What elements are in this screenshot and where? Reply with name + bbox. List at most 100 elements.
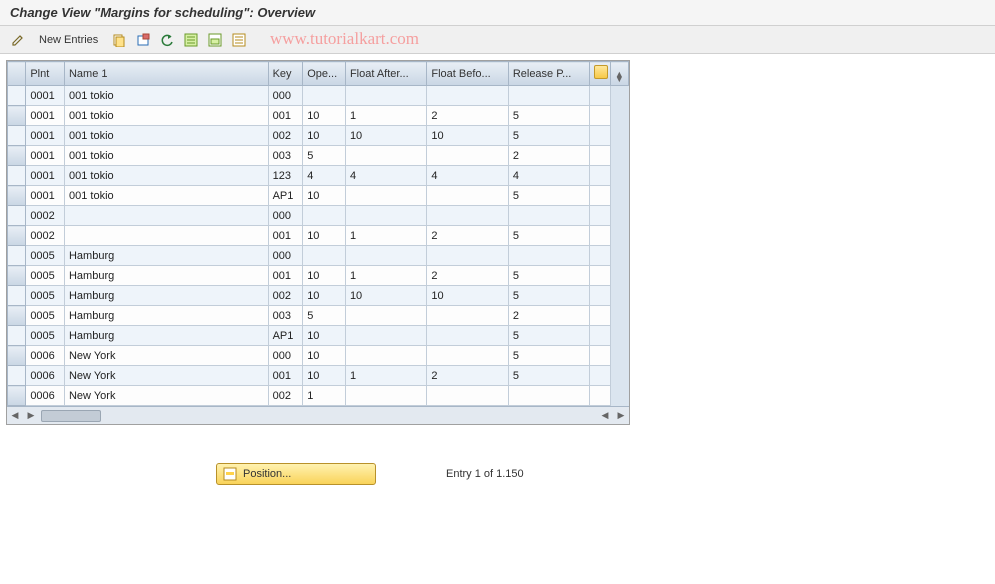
cell-key[interactable]: 001 bbox=[268, 266, 303, 286]
cell-plnt[interactable]: 0001 bbox=[26, 126, 65, 146]
cell-release-p[interactable]: 5 bbox=[508, 346, 589, 366]
table-row[interactable]: 0002000 bbox=[8, 206, 629, 226]
cell-float-before[interactable] bbox=[427, 246, 508, 266]
cell-float-after[interactable] bbox=[345, 186, 426, 206]
cell-float-before[interactable] bbox=[427, 206, 508, 226]
cell-key[interactable]: 002 bbox=[268, 286, 303, 306]
cell-plnt[interactable]: 0005 bbox=[26, 266, 65, 286]
select-block-icon[interactable] bbox=[205, 30, 225, 50]
column-selector[interactable] bbox=[8, 62, 26, 86]
row-selector[interactable] bbox=[8, 126, 26, 146]
cell-name[interactable]: Hamburg bbox=[64, 286, 268, 306]
cell-key[interactable]: 002 bbox=[268, 126, 303, 146]
scroll-right2-icon[interactable]: ▶ bbox=[613, 410, 629, 421]
column-float-after[interactable]: Float After... bbox=[345, 62, 426, 86]
cell-float-after[interactable] bbox=[345, 206, 426, 226]
row-selector[interactable] bbox=[8, 166, 26, 186]
cell-release-p[interactable]: 5 bbox=[508, 126, 589, 146]
cell-plnt[interactable]: 0006 bbox=[26, 386, 65, 406]
table-row[interactable]: 0001001 tokio1234444 bbox=[8, 166, 629, 186]
cell-key[interactable]: 000 bbox=[268, 246, 303, 266]
table-row[interactable]: 0005Hamburg00110125 bbox=[8, 266, 629, 286]
cell-ope[interactable]: 4 bbox=[303, 166, 346, 186]
cell-float-after[interactable]: 1 bbox=[345, 366, 426, 386]
cell-key[interactable]: 123 bbox=[268, 166, 303, 186]
cell-float-after[interactable] bbox=[345, 346, 426, 366]
cell-name[interactable]: Hamburg bbox=[64, 306, 268, 326]
cell-float-after[interactable] bbox=[345, 326, 426, 346]
table-row[interactable]: 0006New York000105 bbox=[8, 346, 629, 366]
cell-float-after[interactable] bbox=[345, 86, 426, 106]
row-selector[interactable] bbox=[8, 106, 26, 126]
select-all-icon[interactable] bbox=[181, 30, 201, 50]
cell-ope[interactable]: 10 bbox=[303, 266, 346, 286]
delete-icon[interactable] bbox=[133, 30, 153, 50]
cell-name[interactable]: 001 tokio bbox=[64, 86, 268, 106]
table-row[interactable]: 0001001 tokio00352 bbox=[8, 146, 629, 166]
cell-release-p[interactable]: 5 bbox=[508, 106, 589, 126]
cell-name[interactable] bbox=[64, 206, 268, 226]
cell-ope[interactable]: 10 bbox=[303, 366, 346, 386]
cell-key[interactable]: 000 bbox=[268, 86, 303, 106]
cell-key[interactable]: 003 bbox=[268, 146, 303, 166]
cell-ope[interactable] bbox=[303, 206, 346, 226]
deselect-all-icon[interactable] bbox=[229, 30, 249, 50]
cell-name[interactable]: 001 tokio bbox=[64, 146, 268, 166]
cell-plnt[interactable]: 0001 bbox=[26, 186, 65, 206]
horizontal-scrollbar[interactable]: ◀ ▶ ◀ ▶ bbox=[7, 406, 629, 424]
cell-plnt[interactable]: 0006 bbox=[26, 366, 65, 386]
row-selector[interactable] bbox=[8, 266, 26, 286]
row-selector[interactable] bbox=[8, 366, 26, 386]
table-row[interactable]: 0001001 tokioAP1105 bbox=[8, 186, 629, 206]
cell-release-p[interactable]: 5 bbox=[508, 326, 589, 346]
scroll-right-icon[interactable]: ▶ bbox=[23, 410, 39, 421]
cell-float-before[interactable]: 10 bbox=[427, 126, 508, 146]
cell-float-after[interactable] bbox=[345, 386, 426, 406]
cell-float-before[interactable]: 4 bbox=[427, 166, 508, 186]
cell-float-after[interactable] bbox=[345, 146, 426, 166]
cell-release-p[interactable]: 2 bbox=[508, 306, 589, 326]
cell-ope[interactable]: 5 bbox=[303, 306, 346, 326]
table-row[interactable]: 0005Hamburg0021010105 bbox=[8, 286, 629, 306]
column-float-before[interactable]: Float Befo... bbox=[427, 62, 508, 86]
cell-plnt[interactable]: 0006 bbox=[26, 346, 65, 366]
cell-ope[interactable]: 10 bbox=[303, 326, 346, 346]
cell-float-before[interactable]: 2 bbox=[427, 106, 508, 126]
cell-float-after[interactable] bbox=[345, 306, 426, 326]
undo-change-icon[interactable] bbox=[157, 30, 177, 50]
vertical-scrollbar[interactable]: ▲ ▼ bbox=[610, 62, 628, 86]
scroll-down-icon[interactable]: ▼ bbox=[611, 73, 628, 85]
cell-float-after[interactable]: 1 bbox=[345, 226, 426, 246]
row-selector[interactable] bbox=[8, 246, 26, 266]
table-row[interactable]: 0001001 tokio00110125 bbox=[8, 106, 629, 126]
cell-ope[interactable]: 10 bbox=[303, 106, 346, 126]
cell-plnt[interactable]: 0001 bbox=[26, 86, 65, 106]
cell-release-p[interactable]: 5 bbox=[508, 226, 589, 246]
column-plnt[interactable]: Plnt bbox=[26, 62, 65, 86]
scroll-left2-icon[interactable]: ◀ bbox=[597, 410, 613, 421]
cell-ope[interactable]: 10 bbox=[303, 346, 346, 366]
cell-float-after[interactable]: 1 bbox=[345, 106, 426, 126]
cell-name[interactable]: Hamburg bbox=[64, 266, 268, 286]
cell-key[interactable]: 001 bbox=[268, 366, 303, 386]
cell-float-before[interactable] bbox=[427, 326, 508, 346]
cell-plnt[interactable]: 0001 bbox=[26, 166, 65, 186]
cell-ope[interactable] bbox=[303, 86, 346, 106]
cell-name[interactable]: Hamburg bbox=[64, 326, 268, 346]
cell-float-before[interactable]: 10 bbox=[427, 286, 508, 306]
cell-float-before[interactable] bbox=[427, 346, 508, 366]
cell-plnt[interactable]: 0002 bbox=[26, 226, 65, 246]
cell-name[interactable]: New York bbox=[64, 386, 268, 406]
position-button[interactable]: Position... bbox=[216, 463, 376, 485]
hscroll-track[interactable] bbox=[41, 410, 567, 422]
cell-name[interactable]: New York bbox=[64, 346, 268, 366]
cell-name[interactable]: Hamburg bbox=[64, 246, 268, 266]
cell-release-p[interactable]: 4 bbox=[508, 166, 589, 186]
cell-float-before[interactable] bbox=[427, 386, 508, 406]
cell-key[interactable]: 002 bbox=[268, 386, 303, 406]
cell-key[interactable]: 001 bbox=[268, 106, 303, 126]
table-row[interactable]: 0005HamburgAP1105 bbox=[8, 326, 629, 346]
column-config[interactable] bbox=[590, 62, 610, 86]
toggle-display-change-icon[interactable] bbox=[8, 30, 28, 50]
table-row[interactable]: 0005Hamburg00352 bbox=[8, 306, 629, 326]
